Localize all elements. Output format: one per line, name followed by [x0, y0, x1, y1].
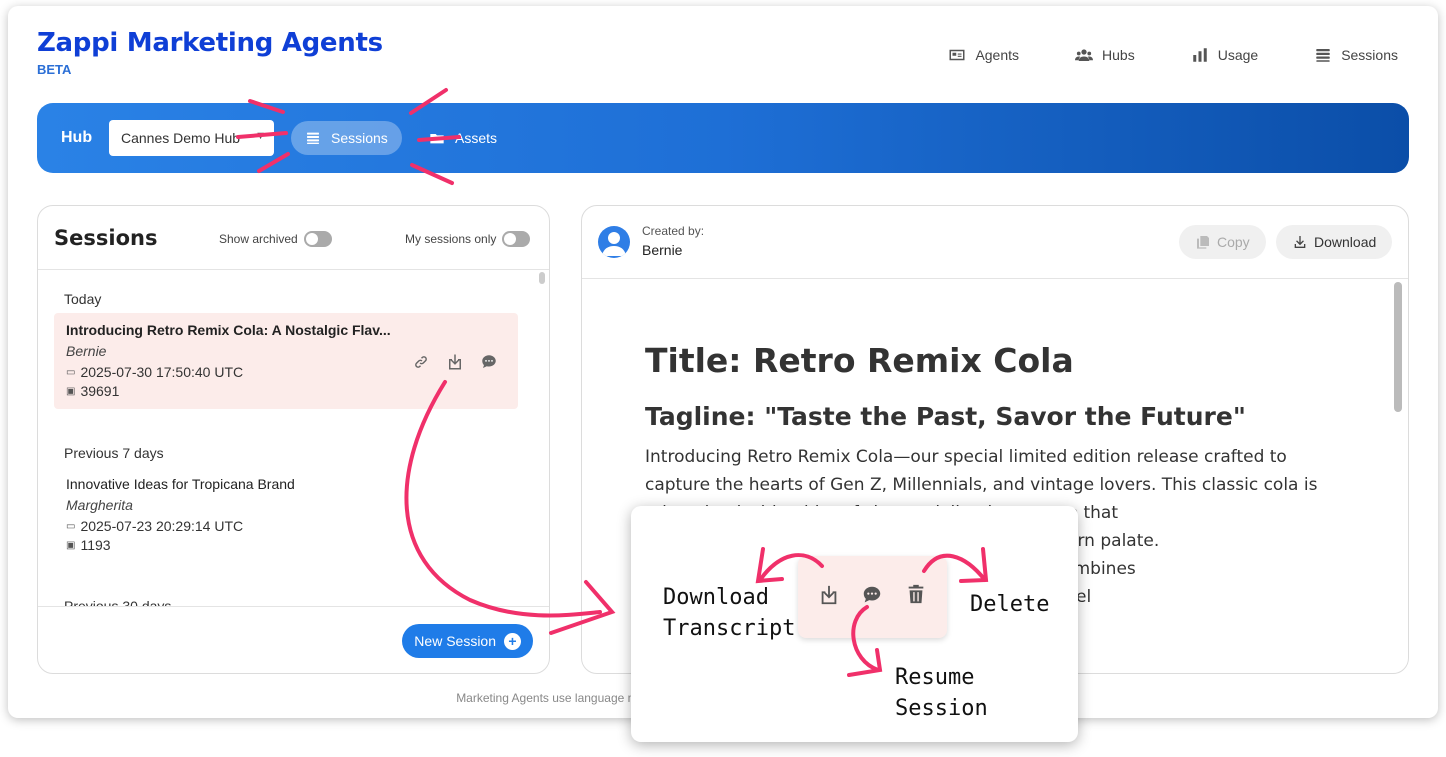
created-by-label: Created by: [642, 224, 705, 238]
session-datetime: 2025-07-30 17:50:40 UTC [80, 364, 244, 380]
nav-sessions-label: Sessions [1341, 47, 1398, 63]
app-title[interactable]: Zappi Marketing Agents [37, 28, 383, 58]
calendar-icon: ▭ [66, 520, 76, 532]
calendar-icon: ▭ [66, 366, 76, 378]
folder-icon [430, 134, 444, 144]
download-button[interactable]: Download [1276, 225, 1393, 259]
download-icon[interactable] [818, 584, 840, 606]
callout-resume-line1: Resume [895, 665, 975, 690]
group-label-previous-7-days: Previous 7 days [64, 445, 164, 461]
chip-icon: ▣ [66, 539, 76, 551]
callout-download-line2: Transcript [663, 616, 796, 641]
plus-icon: + [504, 632, 521, 650]
sessions-header: Sessions Show archived My sessions only [38, 206, 549, 270]
download-icon[interactable] [446, 353, 464, 371]
nav-agents[interactable]: Agents [948, 46, 1019, 64]
nav-usage-label: Usage [1217, 47, 1259, 63]
list-icon [1316, 49, 1330, 62]
top-navigation: Agents Hubs Usage Sessions [948, 46, 1398, 64]
session-item[interactable]: Innovative Ideas for Tropicana Brand Mar… [54, 467, 518, 563]
session-datetime-row: ▭ 2025-07-23 20:29:14 UTC [66, 518, 506, 534]
show-archived-label: Show archived [219, 232, 298, 246]
sessions-panel: Sessions Show archived My sessions only … [37, 205, 550, 674]
chat-icon[interactable] [861, 584, 883, 606]
sessions-list: Today Introducing Retro Remix Cola: A No… [38, 270, 535, 606]
nav-hubs[interactable]: Hubs [1075, 46, 1135, 64]
download-label: Download [1314, 234, 1377, 250]
tab-sessions[interactable]: Sessions [291, 121, 402, 155]
session-tokens-row: ▣ 39691 [66, 383, 506, 399]
callout-label-download: Download Transcript [663, 582, 795, 644]
callout-resume-line2: Session [895, 696, 988, 721]
created-by-name: Bernie [642, 242, 683, 258]
session-item[interactable]: Introducing Retro Remix Cola: A Nostalgi… [54, 313, 518, 409]
my-sessions-toggle-group: My sessions only [405, 231, 531, 247]
show-archived-toggle-group: Show archived [219, 231, 332, 247]
my-sessions-label: My sessions only [405, 232, 497, 246]
nav-usage[interactable]: Usage [1191, 46, 1258, 64]
sessions-footer: New Session + [38, 606, 549, 673]
document-header: Created by: Bernie Copy Download [582, 206, 1408, 279]
document-line: Introducing Retro Remix Cola—our special… [645, 447, 1287, 467]
session-author: Margherita [66, 497, 133, 513]
session-title: Innovative Ideas for Tropicana Brand [66, 476, 295, 492]
group-label-today: Today [64, 291, 102, 307]
scrollbar[interactable] [539, 272, 545, 284]
callout-label-delete: Delete [970, 592, 1050, 617]
tab-assets[interactable]: Assets [415, 121, 511, 155]
chat-icon[interactable] [480, 353, 498, 371]
document-title: Title: Retro Remix Cola [645, 341, 1074, 380]
nav-sessions[interactable]: Sessions [1314, 46, 1398, 64]
new-session-button[interactable]: New Session + [402, 624, 533, 658]
copy-icon [1197, 236, 1209, 249]
trash-icon[interactable] [905, 583, 927, 605]
list-icon [307, 132, 319, 144]
session-title: Introducing Retro Remix Cola: A Nostalgi… [66, 322, 391, 338]
download-icon [1294, 236, 1306, 248]
callout-label-resume: Resume Session [895, 662, 988, 724]
action-icons-zoom [798, 556, 947, 638]
brand: Zappi Marketing Agents BETA [37, 28, 383, 77]
chip-icon: ▣ [66, 385, 76, 397]
hub-select[interactable]: Cannes Demo Hub ▼ [109, 120, 274, 156]
document-line: capture the hearts of Gen Z, Millennials… [645, 475, 1318, 495]
hub-select-value: Cannes Demo Hub [121, 130, 241, 146]
show-archived-toggle[interactable] [303, 231, 332, 247]
hub-label: Hub [61, 129, 93, 146]
avatar [598, 226, 630, 258]
session-actions [412, 353, 498, 371]
group-label-previous-30-days: Previous 30 days [64, 598, 172, 606]
scrollbar[interactable] [1394, 282, 1402, 412]
session-tokens: 1193 [80, 537, 111, 553]
beta-badge: BETA [37, 62, 72, 77]
tab-assets-label: Assets [455, 130, 498, 146]
nav-hubs-label: Hubs [1102, 47, 1135, 63]
id-card-icon [949, 49, 965, 61]
session-tokens: 39691 [80, 383, 120, 399]
new-session-label: New Session [414, 633, 496, 649]
copy-label: Copy [1217, 234, 1250, 250]
user-icon [602, 232, 626, 256]
users-icon [1075, 49, 1094, 61]
my-sessions-toggle[interactable] [502, 231, 531, 247]
link-icon[interactable] [412, 353, 430, 371]
document-tagline: Tagline: "Taste the Past, Savor the Futu… [645, 402, 1246, 431]
session-tokens-row: ▣ 1193 [66, 537, 506, 553]
session-datetime: 2025-07-23 20:29:14 UTC [80, 518, 244, 534]
nav-agents-label: Agents [975, 47, 1020, 63]
chevron-down-icon: ▼ [255, 130, 266, 142]
tab-sessions-label: Sessions [331, 130, 388, 146]
bar-chart-icon [1192, 48, 1207, 62]
sessions-title: Sessions [54, 226, 158, 250]
callout-download-line1: Download [663, 585, 769, 610]
hub-bar: Hub Cannes Demo Hub ▼ Sessions Assets [37, 103, 1409, 173]
annotation-callout: Download Transcript Delete Resume Sessio… [631, 506, 1078, 742]
copy-button[interactable]: Copy [1179, 225, 1266, 259]
